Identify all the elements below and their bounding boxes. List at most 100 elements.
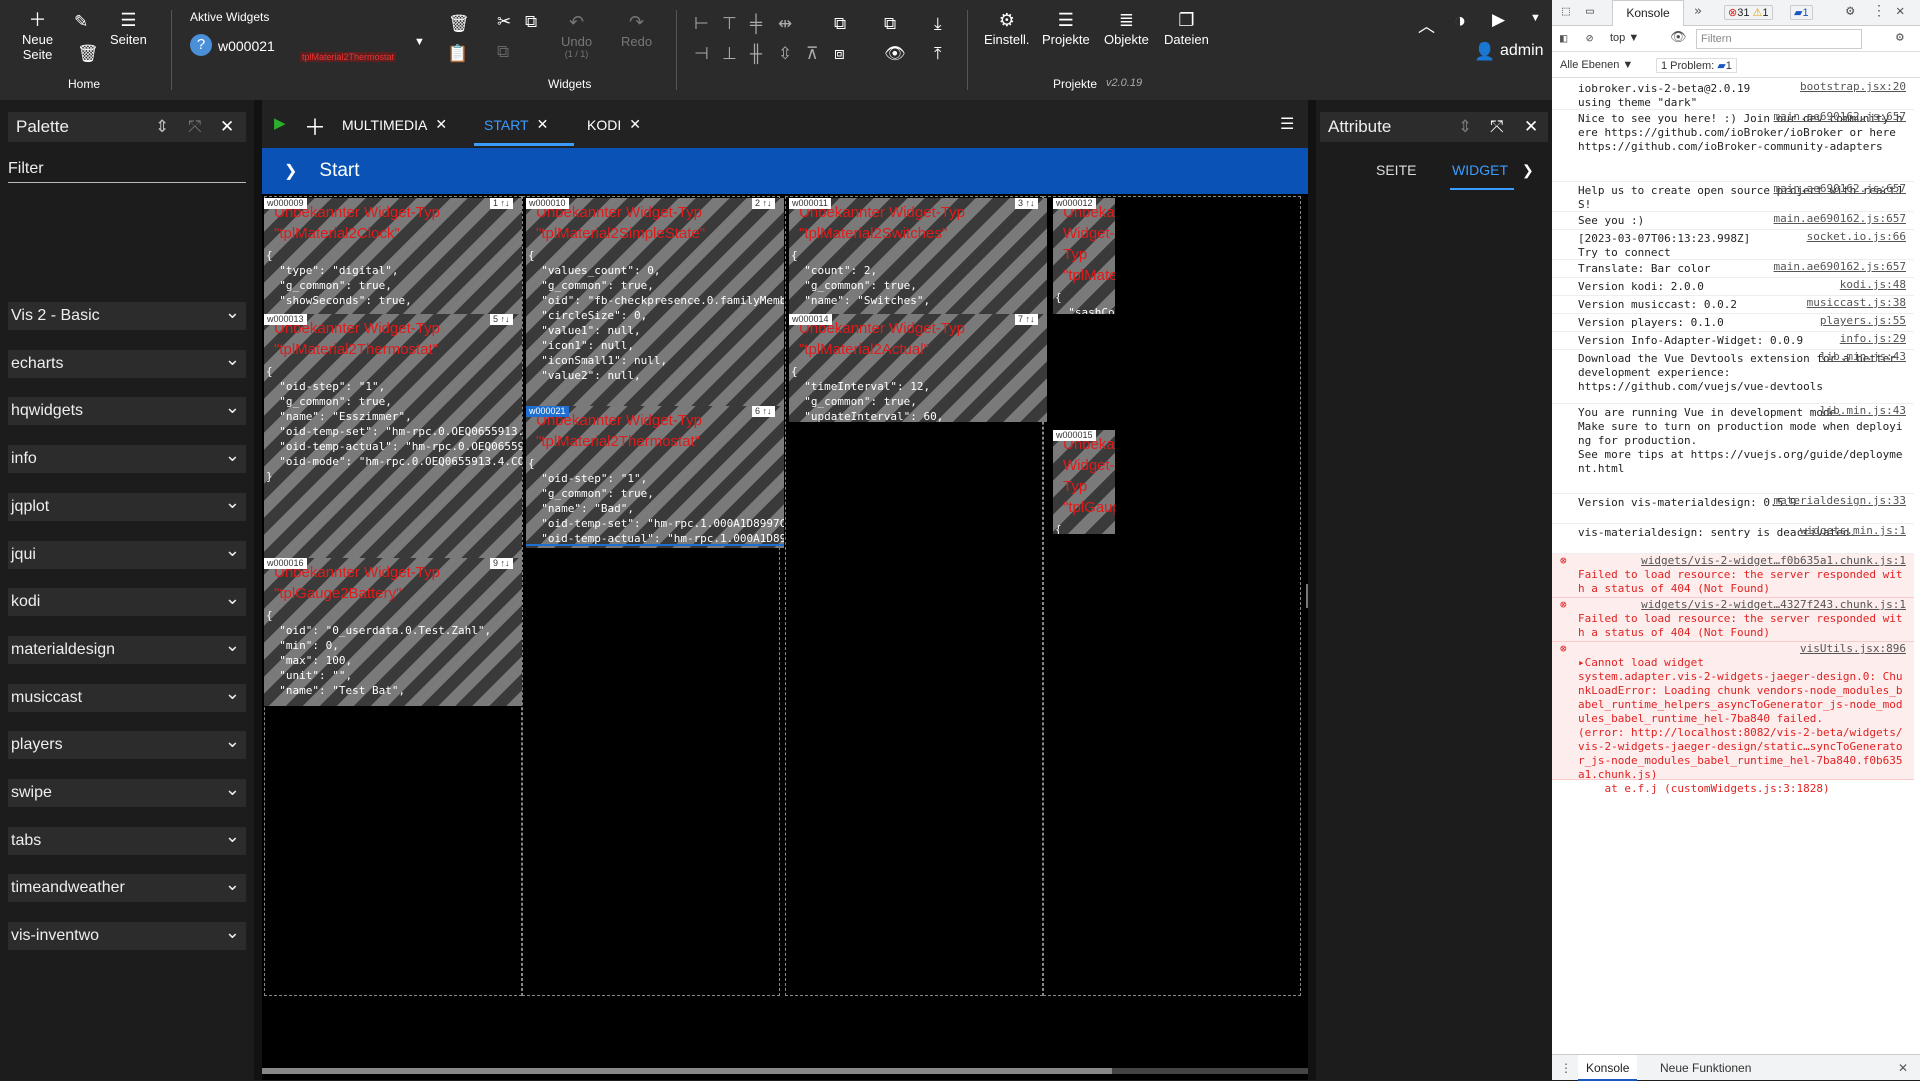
palette-category[interactable]: tabs⌄ [8, 827, 246, 855]
play-icon[interactable]: ▶ [1492, 10, 1505, 30]
source-link[interactable]: widgets/vis-2-widget…f0b635a1.chunk.js:1 [1641, 554, 1906, 568]
chevron-up-icon[interactable]: ︿ [1418, 12, 1435, 37]
source-link[interactable]: main.ae690162.js:657 [1774, 182, 1906, 196]
widget-z-index[interactable]: 7 ↑↓ [1015, 314, 1038, 325]
source-link[interactable]: widgets.min.js:1 [1800, 524, 1906, 538]
source-link[interactable]: main.ae690162.js:657 [1774, 212, 1906, 226]
palette-category[interactable]: info⌄ [8, 445, 246, 473]
widget-id-label[interactable]: w000011 [789, 198, 831, 209]
delete-widget-icon[interactable]: 🗑 [448, 14, 470, 34]
close-icon[interactable]: ✕ [629, 116, 641, 133]
chevron-down-icon[interactable]: ⌄ [225, 922, 240, 943]
chevron-down-icon[interactable]: ⌄ [225, 302, 240, 323]
log-levels-select[interactable]: Alle Ebenen ▼ [1560, 59, 1633, 71]
chevron-right-icon[interactable]: ❯ [284, 161, 297, 181]
palette-category[interactable]: players⌄ [8, 731, 246, 759]
widget-id-label[interactable]: w000010 [526, 198, 569, 209]
chevron-down-icon[interactable]: ⌄ [225, 683, 240, 704]
widget-z-index[interactable]: 1 ↑↓ [490, 198, 513, 209]
objects-button[interactable]: ≣ Objekte [1104, 10, 1149, 47]
chevron-down-icon[interactable]: ⌄ [225, 588, 240, 609]
tab-multimedia[interactable]: MULTIMEDIA✕ [342, 116, 447, 133]
tab-console[interactable]: Konsole [1612, 0, 1684, 26]
widget-id-label[interactable]: w000009 [264, 198, 307, 209]
palette-category[interactable]: kodi⌄ [8, 588, 246, 616]
chevron-down-icon[interactable]: ⌄ [225, 349, 240, 370]
palette-category[interactable]: echarts⌄ [8, 350, 246, 378]
paste-icon[interactable]: 📋 [447, 44, 468, 64]
widget-id-label[interactable]: w000014 [789, 314, 832, 325]
palette-category[interactable]: jqplot⌄ [8, 493, 246, 521]
scrollbar-thumb[interactable] [262, 1068, 1112, 1074]
more-tabs-icon[interactable]: » [1694, 4, 1702, 19]
drawer-menu-icon[interactable]: ⋮ [1560, 1061, 1572, 1075]
inspect-icon[interactable]: ⬚ [1562, 4, 1570, 19]
palette-category[interactable]: swipe⌄ [8, 779, 246, 807]
distribute-vertical-icon[interactable]: ⇳ [778, 44, 792, 64]
widget-id-label[interactable]: w000013 [264, 314, 307, 325]
undo-button[interactable]: ↶ Undo (1 / 1) [561, 12, 592, 59]
source-link[interactable]: visUtils.jsx:896 [1800, 642, 1906, 656]
source-link[interactable]: lib.min.js:43 [1820, 350, 1906, 364]
widget-id-label[interactable]: w000015 [1053, 430, 1096, 441]
tab-start[interactable]: START✕ [484, 116, 548, 133]
tab-kodi[interactable]: KODI✕ [587, 116, 641, 133]
filter-input[interactable]: Filtern [1696, 29, 1862, 49]
chevron-down-icon[interactable]: ⌄ [225, 826, 240, 847]
scroll-right-icon[interactable]: ❯ [1522, 162, 1534, 179]
source-link[interactable]: info.js:29 [1840, 332, 1906, 346]
distribute-horizontal-icon[interactable]: ⇹ [778, 14, 792, 34]
widget-z-index[interactable]: 3 ↑↓ [1015, 198, 1038, 209]
open-new-window-icon[interactable]: ⧉ [884, 14, 896, 34]
unknown-widget[interactable]: Unbekannter Widget-Typ "tplMaterial2Swit… [789, 198, 1047, 314]
source-link[interactable]: bootstrap.jsx:20 [1800, 80, 1906, 94]
source-link[interactable]: lib.min.js:43 [1820, 404, 1906, 418]
source-link[interactable]: socket.io.js:66 [1807, 230, 1906, 244]
files-button[interactable]: ❐ Dateien [1164, 10, 1209, 47]
widget-id-label[interactable]: w000016 [264, 558, 307, 569]
palette-category[interactable]: materialdesign⌄ [8, 636, 246, 664]
gear-icon[interactable]: ⚙ [1896, 30, 1904, 45]
chevron-down-icon[interactable]: ⌄ [225, 540, 240, 561]
horizontal-scrollbar[interactable] [262, 1068, 1308, 1074]
ungroup-icon[interactable]: ⧈ [834, 44, 845, 64]
redo-button[interactable]: ↷ Redo [621, 12, 652, 49]
drawer-tab-console[interactable]: Konsole [1578, 1055, 1637, 1081]
kebab-menu-icon[interactable]: ⋮ [1872, 3, 1886, 19]
align-bottom-icon[interactable]: ⊥ [722, 44, 737, 64]
chevron-down-icon[interactable]: ⌄ [225, 397, 240, 418]
close-icon[interactable]: ✕ [537, 116, 549, 133]
projects-button[interactable]: ☰ Projekte [1042, 10, 1090, 47]
collapse-icon[interactable]: ⤧ [1490, 117, 1504, 137]
widget-z-index[interactable]: 6 ↑↓ [752, 406, 775, 417]
settings-button[interactable]: ⚙ Einstell. [984, 10, 1030, 47]
unknown-widget[interactable]: Unbekannter Widget-Typ "tplGauge2"{ "oid… [1053, 430, 1115, 534]
source-link[interactable]: musiccast.js:38 [1807, 296, 1906, 310]
group-icon[interactable]: ⧉ [834, 14, 846, 34]
widget-z-index[interactable]: 9 ↑↓ [490, 558, 513, 569]
align-left-icon[interactable]: ⊢ [694, 14, 709, 34]
context-select[interactable]: top ▼ [1610, 32, 1639, 44]
chevron-down-icon[interactable]: ⌄ [225, 445, 240, 466]
gear-icon[interactable]: ⚙ [1846, 3, 1854, 19]
palette-category[interactable]: Vis 2 - Basic⌄ [8, 302, 246, 330]
palette-category[interactable]: musiccast⌄ [8, 684, 246, 712]
align-top-icon[interactable]: ⊤ [722, 14, 737, 34]
run-icon[interactable]: ▶ [274, 114, 286, 132]
clear-console-icon[interactable]: ⊘ [1586, 31, 1593, 45]
chevron-down-icon[interactable]: ⌄ [225, 635, 240, 656]
same-height-icon[interactable]: ⊼ [806, 44, 818, 64]
widget-id-label[interactable]: w000021 [526, 406, 569, 417]
source-link[interactable]: players.js:55 [1820, 314, 1906, 328]
delete-page-icon[interactable]: 🗑 [77, 44, 99, 64]
user-name[interactable]: admin [1500, 42, 1544, 60]
vertical-scrollbar[interactable] [1306, 584, 1308, 608]
chevron-down-icon[interactable]: ⌄ [225, 779, 240, 800]
tab-seite[interactable]: SEITE [1376, 162, 1416, 178]
unknown-widget[interactable]: Unbekannter Widget-Typ "tplMaterial2Slid… [1053, 198, 1115, 314]
import-icon[interactable]: ⤓ [934, 14, 942, 34]
unknown-widget[interactable]: Unbekannter Widget-Typ "tplMaterial2Actu… [789, 314, 1047, 422]
copy-icon[interactable]: ⧉ [525, 12, 537, 32]
pages-button[interactable]: ☰ Seiten [110, 10, 147, 47]
message-counter[interactable]: ▰1 [1790, 5, 1813, 20]
